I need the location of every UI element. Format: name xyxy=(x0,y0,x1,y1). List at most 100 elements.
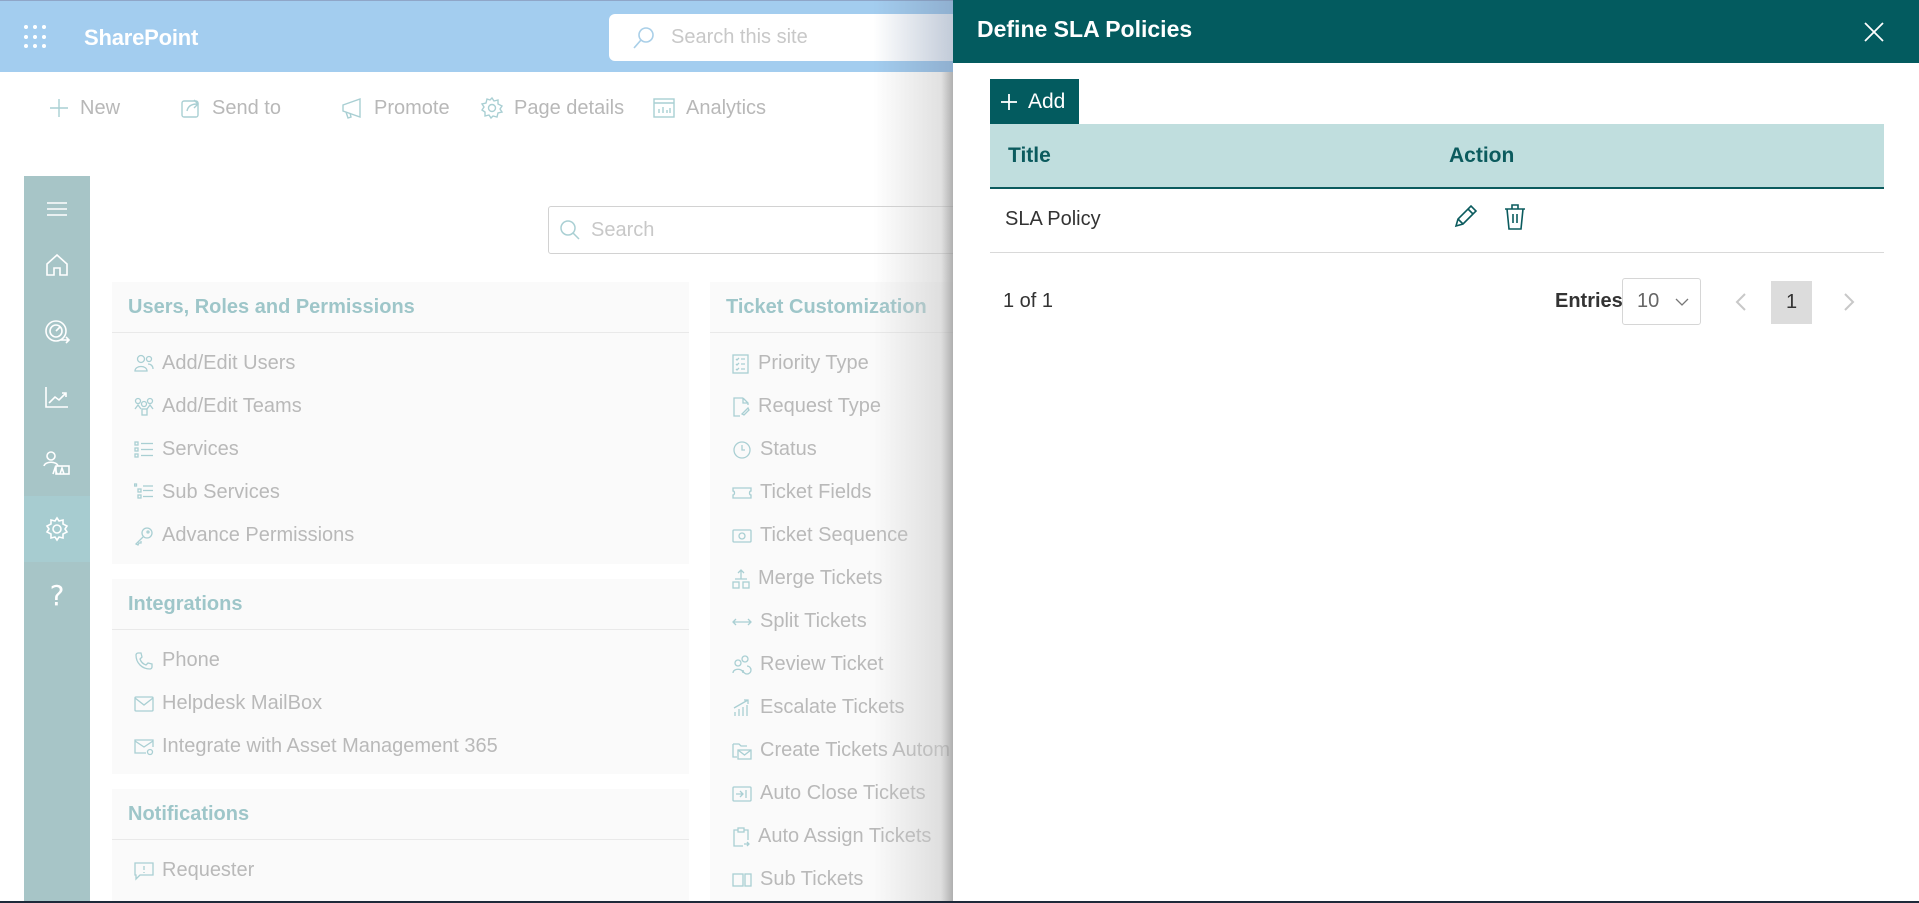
delete-button[interactable] xyxy=(1500,201,1530,233)
send-to-button[interactable]: Send to xyxy=(180,88,281,128)
merge-icon xyxy=(732,568,750,589)
previous-page-button[interactable] xyxy=(1731,290,1751,314)
money-icon xyxy=(732,528,752,543)
page-1-button[interactable]: 1 xyxy=(1771,281,1812,324)
site-search-placeholder: Search this site xyxy=(671,26,808,48)
panel-title: Define SLA Policies xyxy=(977,16,1193,42)
nav-rail: ? xyxy=(24,176,90,903)
link-label: Sub Tickets xyxy=(760,868,864,890)
entries-per-page-select[interactable]: 10 xyxy=(1622,278,1701,325)
link-label: Advance Permissions xyxy=(162,524,355,546)
link-label: Integrate with Asset Management 365 xyxy=(162,735,498,757)
link-helpdesk-mailbox[interactable]: Helpdesk MailBox xyxy=(134,692,322,715)
chevron-left-icon xyxy=(1735,293,1746,311)
table-row: SLA Policy xyxy=(990,189,1884,253)
plus-icon xyxy=(50,99,68,117)
add-button[interactable]: Add xyxy=(990,79,1079,124)
link-sub-tickets[interactable]: Sub Tickets xyxy=(732,868,863,891)
share-icon xyxy=(181,99,199,118)
link-status[interactable]: Status xyxy=(732,438,817,461)
link-label: Add/Edit Teams xyxy=(162,395,302,417)
section-title: Integrations xyxy=(128,593,243,615)
column-header-title[interactable]: Title xyxy=(1008,144,1051,168)
panel-header: Define SLA Policies xyxy=(953,0,1919,63)
link-label: Ticket Fields xyxy=(760,481,872,503)
sla-policies-panel: Define SLA Policies Add Title Action SLA… xyxy=(953,0,1919,903)
link-label: Requester xyxy=(162,859,255,881)
comment-alert-icon xyxy=(134,861,154,881)
section-title: Notifications xyxy=(128,803,250,825)
chart-up-icon xyxy=(733,698,749,716)
link-advance-permissions[interactable]: Advance Permissions xyxy=(134,524,354,547)
link-label: Sub Services xyxy=(162,481,280,503)
analytics-label: Analytics xyxy=(686,96,767,119)
link-sub-services[interactable]: Sub Services xyxy=(134,481,280,504)
link-label: Split Tickets xyxy=(760,610,867,632)
link-phone[interactable]: Phone xyxy=(134,649,220,672)
nav-settings[interactable] xyxy=(24,496,90,562)
link-asset-management[interactable]: Integrate with Asset Management 365 xyxy=(134,735,498,758)
link-review-ticket[interactable]: Review Ticket xyxy=(732,653,883,676)
megaphone-icon xyxy=(342,98,361,119)
link-priority-type[interactable]: Priority Type xyxy=(732,352,869,375)
chart-line-icon xyxy=(45,387,68,408)
question-icon: ? xyxy=(49,578,65,612)
document-edit-icon xyxy=(733,396,750,417)
app-name[interactable]: SharePoint xyxy=(84,25,198,51)
section-title: Users, Roles and Permissions xyxy=(128,296,415,318)
key-icon xyxy=(134,526,153,546)
link-add-edit-users[interactable]: Add/Edit Users xyxy=(134,352,295,375)
link-split-tickets[interactable]: Split Tickets xyxy=(732,610,867,633)
panel-shadow xyxy=(873,0,953,72)
column-header-action: Action xyxy=(1449,144,1515,167)
checklist-icon xyxy=(732,353,749,374)
link-merge-tickets[interactable]: Merge Tickets xyxy=(732,567,882,590)
close-button[interactable] xyxy=(1859,17,1889,47)
trash-icon xyxy=(1505,204,1525,230)
link-label: Review Ticket xyxy=(760,653,884,675)
nav-help[interactable]: ? xyxy=(24,562,90,628)
app-launcher-icon[interactable] xyxy=(24,25,48,49)
new-button[interactable]: New xyxy=(48,88,120,128)
link-label: Priority Type xyxy=(758,352,869,374)
send-to-label: Send to xyxy=(212,96,281,119)
link-ticket-fields[interactable]: Ticket Fields xyxy=(732,481,872,504)
link-label: Services xyxy=(162,438,239,460)
link-label: Phone xyxy=(162,649,220,671)
analytics-button[interactable]: Analytics xyxy=(652,88,766,128)
people-icon xyxy=(43,451,70,475)
link-add-edit-teams[interactable]: Add/Edit Teams xyxy=(134,395,302,418)
next-page-button[interactable] xyxy=(1839,290,1859,314)
sublist-icon xyxy=(134,482,153,499)
record-count: 1 of 1 xyxy=(1003,290,1054,312)
clock-icon xyxy=(733,440,751,459)
link-label: Helpdesk MailBox xyxy=(162,692,323,714)
nav-users[interactable] xyxy=(24,430,90,496)
home-icon xyxy=(46,253,68,276)
entries-value: 10 xyxy=(1637,290,1660,312)
command-bar: New Send to Promote Page details Analyti… xyxy=(0,88,953,128)
arrows-horizontal-icon xyxy=(732,618,752,625)
list-icon xyxy=(134,440,153,458)
section-notifications: Notifications Requester xyxy=(112,789,689,903)
nav-reports[interactable] xyxy=(24,364,90,430)
page-details-button[interactable]: Page details xyxy=(480,88,624,128)
link-requester[interactable]: Requester xyxy=(134,859,254,882)
link-services[interactable]: Services xyxy=(134,438,239,461)
link-request-type[interactable]: Request Type xyxy=(732,395,881,418)
gear-icon xyxy=(480,96,504,120)
ticket-icon xyxy=(732,486,752,499)
link-label: Add/Edit Users xyxy=(162,352,296,374)
nav-home[interactable] xyxy=(24,232,90,298)
gear-icon xyxy=(45,516,69,542)
plus-icon xyxy=(1001,93,1017,110)
chevron-right-icon xyxy=(1844,293,1855,311)
edit-button[interactable] xyxy=(1450,201,1480,233)
split-view-icon xyxy=(732,872,752,887)
analytics-icon xyxy=(653,98,675,118)
promote-button[interactable]: Promote xyxy=(340,88,450,128)
teams-icon xyxy=(134,397,154,416)
divider xyxy=(112,629,689,630)
page-details-label: Page details xyxy=(514,96,625,119)
nav-dashboard[interactable] xyxy=(24,298,90,364)
